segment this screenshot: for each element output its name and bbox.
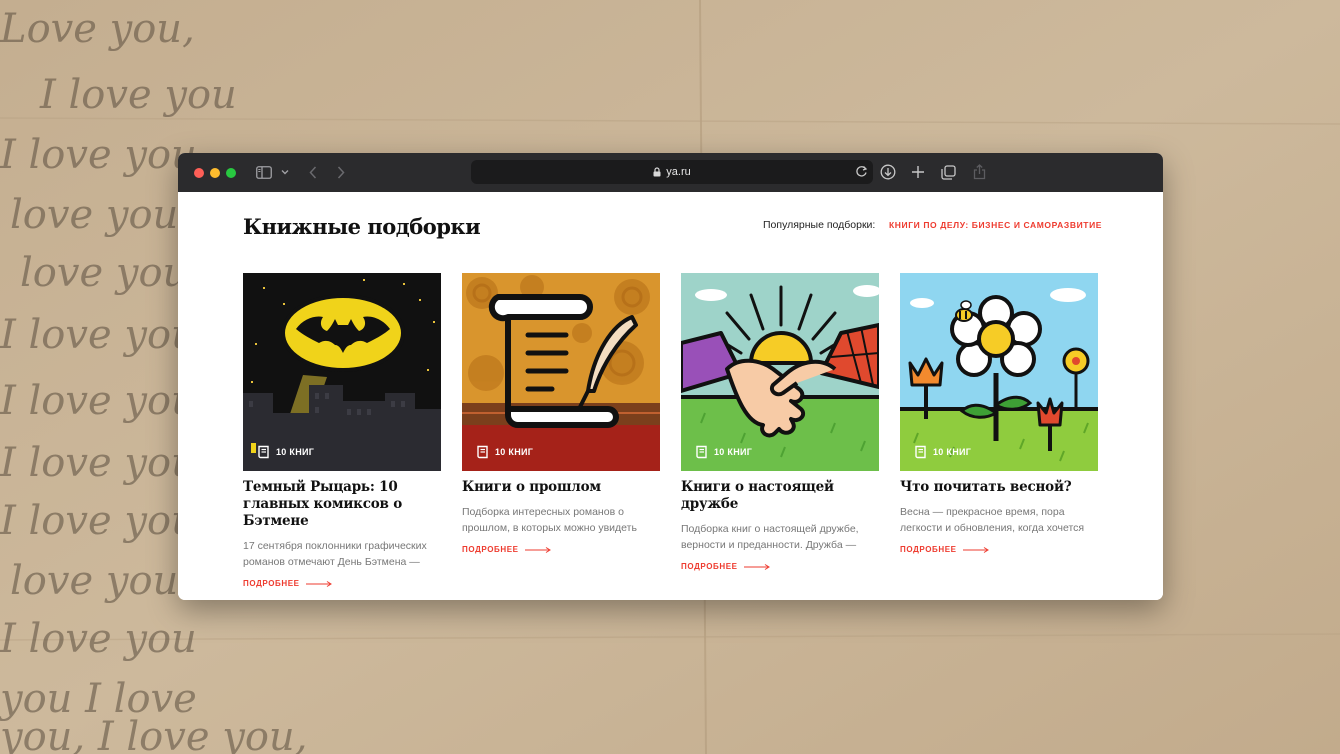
- address-bar[interactable]: ya.ru: [471, 160, 873, 184]
- flowers-cover-image[interactable]: 10 КНИГ: [900, 273, 1098, 471]
- close-window-button[interactable]: [194, 168, 204, 178]
- popular-collection-link[interactable]: КНИГИ ПО ДЕЛУ: БИЗНЕС И САМОРАЗВИТИЕ: [889, 220, 1102, 230]
- tab-overview-icon[interactable]: [938, 162, 958, 182]
- book-count-badge: 10 КНИГ: [914, 445, 971, 459]
- handwriting-line: love you: [10, 192, 178, 238]
- download-icon[interactable]: [878, 162, 898, 182]
- collection-card[interactable]: 10 КНИГ Книги о настоящей дружбе Подборк…: [681, 273, 879, 571]
- arrow-right-icon: [305, 580, 332, 587]
- more-link[interactable]: ПОДРОБНЕЕ: [681, 562, 879, 571]
- badge-text: 10 КНИГ: [714, 447, 753, 457]
- book-icon: [696, 445, 707, 459]
- card-title[interactable]: Темный Рыцарь: 10 главных комиксов о Бэт…: [243, 479, 441, 530]
- chevron-down-icon[interactable]: [279, 162, 291, 182]
- handwriting-line: I love you: [0, 378, 197, 424]
- card-description: Весна — прекрасное время, пора легкости …: [900, 506, 1085, 534]
- arrow-right-icon: [743, 563, 770, 570]
- batman-cover-image[interactable]: 10 КНИГ: [243, 273, 441, 471]
- book-count-badge: 10 КНИГ: [257, 445, 314, 459]
- card-title[interactable]: Книги о настоящей дружбе: [681, 479, 879, 513]
- book-count-badge: 10 КНИГ: [695, 445, 752, 459]
- badge-text: 10 КНИГ: [933, 447, 972, 457]
- share-icon[interactable]: [969, 162, 989, 182]
- book-count-badge: 10 КНИГ: [476, 445, 533, 459]
- page-content: Книжные подборки Популярные подборки: КН…: [178, 192, 1163, 600]
- more-link-text: ПОДРОБНЕЕ: [243, 579, 300, 588]
- book-icon: [477, 445, 488, 459]
- back-icon[interactable]: [306, 162, 320, 182]
- more-link-text: ПОДРОБНЕЕ: [681, 562, 738, 571]
- sidebar-toggle-icon[interactable]: [255, 162, 273, 182]
- popular-label: Популярные подборки:: [763, 219, 876, 231]
- handwriting-line: love you: [20, 250, 188, 296]
- card-title[interactable]: Книги о прошлом: [462, 479, 660, 496]
- badge-text: 10 КНИГ: [495, 447, 534, 457]
- handwriting-line: Love you,: [0, 6, 195, 52]
- zoom-window-button[interactable]: [226, 168, 236, 178]
- browser-toolbar: ya.ru: [178, 153, 1163, 192]
- handwriting-line: you, I love you,: [0, 714, 307, 754]
- book-icon: [258, 445, 269, 459]
- card-title[interactable]: Что почитать весной?: [900, 479, 1098, 496]
- more-link-text: ПОДРОБНЕЕ: [900, 545, 957, 554]
- handwriting-line: I love you: [39, 72, 237, 118]
- forward-icon[interactable]: [334, 162, 348, 182]
- page-title: Книжные подборки: [243, 214, 481, 239]
- new-tab-icon[interactable]: [908, 162, 928, 182]
- handwriting-line: I love you: [0, 312, 197, 358]
- arrow-right-icon: [962, 546, 989, 553]
- url-text: ya.ru: [666, 166, 691, 178]
- lock-icon: [653, 167, 661, 177]
- handwriting-line: I love you: [0, 498, 197, 544]
- card-description: 17 сентября поклонники графических роман…: [243, 540, 427, 568]
- collection-card[interactable]: 10 КНИГ Что почитать весной? Весна — пре…: [900, 273, 1098, 554]
- reload-icon[interactable]: [855, 165, 868, 178]
- more-link-text: ПОДРОБНЕЕ: [462, 545, 519, 554]
- browser-window: ya.ru Книжные подборки Популярные подбор…: [178, 153, 1163, 600]
- handwriting-line: I love you: [0, 440, 197, 486]
- scroll-cover-image[interactable]: 10 КНИГ: [462, 273, 660, 471]
- card-description: Подборка книг о настоящей дружбе, вернос…: [681, 523, 859, 551]
- more-link[interactable]: ПОДРОБНЕЕ: [462, 545, 660, 554]
- collection-card[interactable]: 10 КНИГ Темный Рыцарь: 10 главных комикс…: [243, 273, 441, 588]
- card-description: Подборка интересных романов о прошлом, в…: [462, 506, 637, 534]
- badge-text: 10 КНИГ: [276, 447, 315, 457]
- collection-card[interactable]: 10 КНИГ Книги о прошлом Подборка интерес…: [462, 273, 660, 554]
- handshake-cover-image[interactable]: 10 КНИГ: [681, 273, 879, 471]
- more-link[interactable]: ПОДРОБНЕЕ: [900, 545, 1098, 554]
- book-icon: [915, 445, 926, 459]
- arrow-right-icon: [524, 546, 551, 553]
- minimize-window-button[interactable]: [210, 168, 220, 178]
- handwriting-line: love you: [10, 558, 178, 604]
- handwriting-line: I love you: [0, 616, 197, 662]
- more-link[interactable]: ПОДРОБНЕЕ: [243, 579, 441, 588]
